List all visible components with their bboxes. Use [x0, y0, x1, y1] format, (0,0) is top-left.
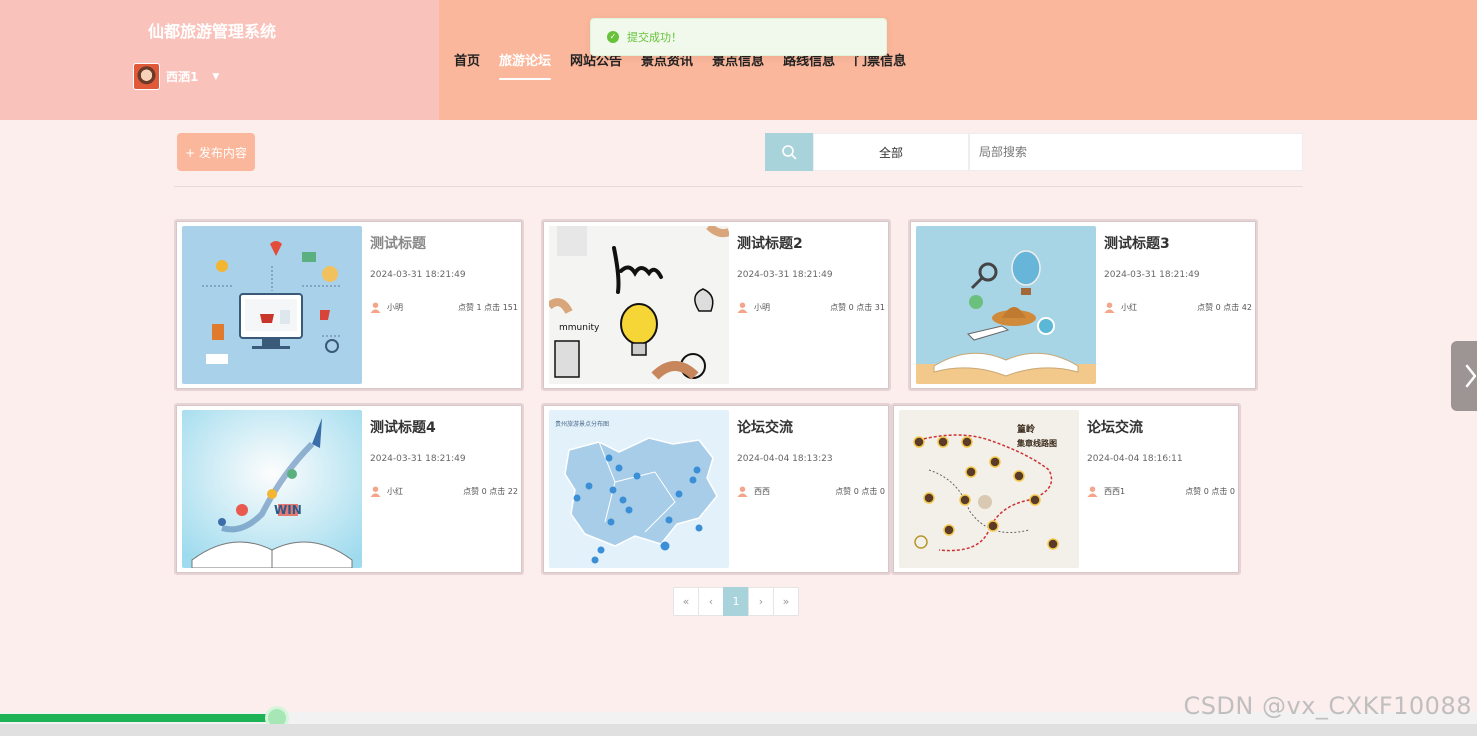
post-image: [916, 226, 1096, 384]
post-stats: 点赞 0 点击 22: [463, 487, 518, 496]
post-author: 西西: [754, 487, 770, 496]
next-slide-button[interactable]: [1451, 341, 1477, 411]
next-page-button[interactable]: ›: [748, 587, 774, 616]
post-title: 测试标题3: [1104, 236, 1170, 252]
post-image: 贵州旅游景点分布图: [549, 410, 729, 568]
post-card[interactable]: 测试标题3 2024-03-31 18:21:49 小红 点赞 0 点击 42: [908, 219, 1258, 391]
user-icon: [370, 302, 381, 313]
post-author: 小红: [387, 487, 403, 496]
svg-text:贵州旅游景点分布图: 贵州旅游景点分布图: [555, 420, 609, 428]
avatar: [133, 63, 160, 90]
post-date: 2024-04-04 18:16:11: [1087, 454, 1183, 464]
post-date: 2024-03-31 18:21:49: [1104, 270, 1200, 280]
last-page-button[interactable]: »: [773, 587, 799, 616]
chevron-down-icon: ▼: [212, 71, 220, 82]
check-circle-icon: ✓: [607, 31, 619, 43]
search-icon: [782, 145, 797, 160]
post-stats: 点赞 0 点击 0: [1185, 487, 1235, 496]
post-image: [182, 226, 362, 384]
post-date: 2024-03-31 18:21:49: [370, 270, 466, 280]
post-image: mmunity: [549, 226, 729, 384]
success-toast: ✓ 提交成功！: [590, 18, 887, 56]
post-date: 2024-03-31 18:21:49: [737, 270, 833, 280]
post-title: 测试标题4: [370, 420, 436, 436]
post-card[interactable]: 篁岭 集章线路图 论坛交流 2024-04-04 18:16:11 西西1 点赞…: [891, 403, 1241, 575]
post-stats: 点赞 0 点击 0: [835, 487, 885, 496]
post-author: 小明: [387, 303, 403, 312]
post-title: 论坛交流: [1087, 420, 1143, 436]
post-date: 2024-03-31 18:21:49: [370, 454, 466, 464]
post-stats: 点赞 0 点击 42: [1197, 303, 1252, 312]
post-stats: 点赞 1 点击 151: [458, 303, 518, 312]
watermark: CSDN @vx_CXKF10088: [1183, 692, 1472, 720]
post-date: 2024-04-04 18:13:23: [737, 454, 833, 464]
video-progress-fill: [0, 714, 277, 722]
user-name: 西洒1: [166, 70, 199, 84]
post-stats: 点赞 0 点击 31: [830, 303, 885, 312]
prev-page-button[interactable]: ‹: [698, 587, 724, 616]
post-card[interactable]: 贵州旅游景点分布图 论坛交流 2024-04-04 18:13:23 西西 点赞…: [541, 403, 891, 575]
post-image: WIN: [182, 410, 362, 568]
site-title: 仙都旅游管理系统: [148, 22, 277, 41]
svg-text:篁岭: 篁岭: [1017, 423, 1035, 435]
divider: [174, 186, 1303, 187]
search-button[interactable]: [765, 133, 813, 171]
chevron-right-icon: [1465, 364, 1477, 388]
toast-message: 提交成功！: [627, 31, 682, 44]
page-button-current[interactable]: 1: [723, 587, 749, 616]
svg-text:WIN: WIN: [274, 503, 302, 517]
svg-text:mmunity: mmunity: [559, 323, 600, 333]
user-icon: [1104, 302, 1115, 313]
post-card[interactable]: mmunity 测试标题2 2024-03-31 18:21:49 小明 点赞 …: [541, 219, 891, 391]
user-icon: [737, 486, 748, 497]
search-scope-select[interactable]: 全部: [813, 133, 969, 171]
post-card[interactable]: WIN 测试标题4 2024-03-31 18:21:49 小红 点赞 0 点击…: [174, 403, 524, 575]
user-icon: [1087, 486, 1098, 497]
post-title: 测试标题2: [737, 236, 803, 252]
first-page-button[interactable]: «: [673, 587, 699, 616]
post-title: 论坛交流: [737, 420, 793, 436]
user-icon: [370, 486, 381, 497]
user-menu[interactable]: 西洒1 ▼: [133, 63, 219, 90]
post-image: 篁岭 集章线路图: [899, 410, 1079, 568]
post-card[interactable]: 测试标题 2024-03-31 18:21:49 小明 点赞 1 点击 151: [174, 219, 524, 391]
publish-button[interactable]: + 发布内容: [177, 133, 255, 171]
post-author: 小红: [1121, 303, 1137, 312]
nav-forum[interactable]: 旅游论坛: [499, 50, 552, 80]
nav-home[interactable]: 首页: [454, 50, 480, 80]
svg-text:集章线路图: 集章线路图: [1016, 438, 1057, 448]
user-icon: [737, 302, 748, 313]
post-title: 测试标题: [370, 236, 426, 252]
pagination: « ‹ 1 › »: [673, 587, 799, 616]
search-input[interactable]: [969, 133, 1303, 171]
post-author: 小明: [754, 303, 770, 312]
brand-area: 仙都旅游管理系统 西洒1 ▼: [0, 0, 439, 120]
player-bottom-strip: [0, 724, 1477, 736]
post-author: 西西1: [1104, 487, 1126, 496]
